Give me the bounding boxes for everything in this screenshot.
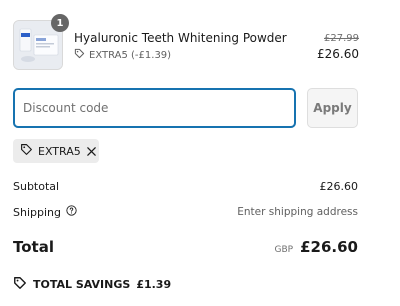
quantity-badge: 1 (51, 14, 69, 32)
tag-icon (74, 48, 85, 62)
savings-value: £1.39 (136, 278, 172, 291)
total-value-group: GBP £26.60 (275, 238, 358, 256)
help-icon[interactable] (66, 205, 77, 219)
shipping-value: Enter shipping address (237, 206, 358, 218)
shipping-row: Shipping Enter shipping address (13, 205, 358, 219)
subtotal-value: £26.60 (319, 180, 359, 193)
savings-label: TOTAL SAVINGS (33, 278, 131, 291)
discount-code-input[interactable] (13, 88, 296, 128)
cart-line-item: 1 Hyaluronic Teeth Whitening Powder EXTR… (13, 14, 359, 70)
product-discount: EXTRA5 (-£1.39) (74, 48, 171, 62)
total-currency: GBP (274, 245, 294, 255)
applied-code-label: EXTRA5 (38, 144, 81, 158)
subtotal-label: Subtotal (13, 180, 60, 193)
total-label: Total (13, 238, 54, 256)
subtotal-row: Subtotal £26.60 (13, 180, 358, 193)
close-icon[interactable] (86, 146, 97, 157)
apply-button[interactable]: Apply (307, 88, 358, 128)
price-original: £27.99 (324, 33, 359, 44)
total-savings: TOTAL SAVINGS £1.39 (13, 276, 171, 293)
price-final: £26.60 (317, 47, 359, 61)
product-thumbnail-wrapper: 1 (13, 14, 69, 70)
shipping-label-group: Shipping (13, 205, 77, 219)
total-row: Total GBP £26.60 (13, 238, 358, 256)
applied-discount-chip: EXTRA5 (13, 139, 99, 163)
total-value: £26.60 (300, 238, 358, 256)
product-discount-label: EXTRA5 (-£1.39) (89, 49, 172, 61)
tag-icon (20, 143, 33, 159)
shipping-label: Shipping (13, 205, 61, 219)
tag-icon (13, 276, 27, 293)
product-name: Hyaluronic Teeth Whitening Powder (74, 31, 287, 45)
